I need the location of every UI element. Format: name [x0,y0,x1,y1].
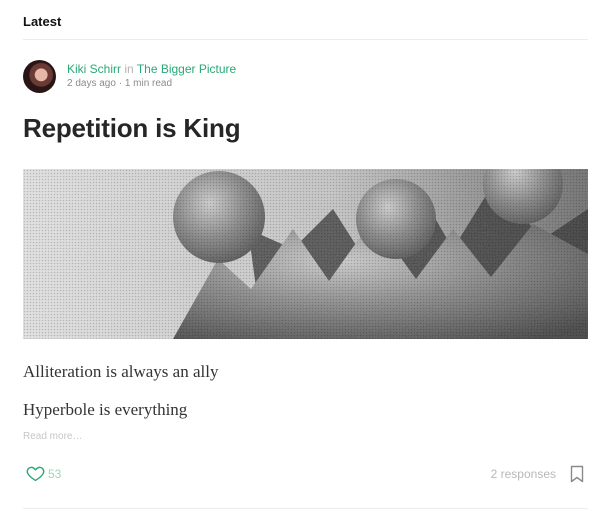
post-divider [23,508,588,509]
read-more-link[interactable]: Read more… [23,431,82,442]
in-label: in [124,61,134,76]
author-link[interactable]: Kiki Schirr [67,62,121,76]
post-excerpt-line: Hyperbole is everything [23,400,188,419]
bookmark-icon[interactable] [570,465,584,483]
avatar[interactable] [23,59,56,93]
section-title: Latest [23,14,62,29]
heart-icon[interactable] [26,465,45,482]
publication-link[interactable]: The Bigger Picture [137,62,236,76]
post-meta: Kiki Schirr in The Bigger Picture 2 days… [67,61,236,90]
hero-image[interactable] [23,169,588,339]
post-byline: Kiki Schirr in The Bigger Picture 2 days… [23,58,236,94]
latest-feed: Latest Kiki Schirr in The Bigger Picture… [0,0,600,511]
post-actions-right: 2 responses [491,465,584,483]
post-title[interactable]: Repetition is King [23,113,241,144]
like-count: 53 [48,466,62,481]
post-excerpt-line: Alliteration is always an ally [23,362,219,381]
section-divider [23,39,588,40]
responses-link[interactable]: 2 responses [491,467,556,481]
post-time-and-read[interactable]: 2 days ago · 1 min read [67,78,236,90]
post-actions-left: 53 [26,465,61,482]
